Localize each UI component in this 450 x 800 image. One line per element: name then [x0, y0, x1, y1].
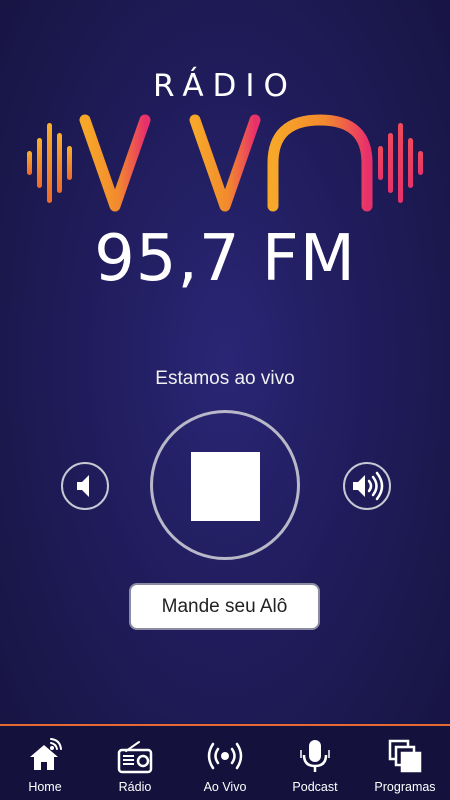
- live-status-text: Estamos ao vivo: [155, 368, 295, 389]
- logo-frequency-text: 95,7 FM: [94, 222, 356, 296]
- nav-label-ao-vivo: Ao Vivo: [203, 780, 247, 794]
- volume-down-icon: [77, 475, 89, 497]
- microphone-icon: [300, 740, 330, 772]
- stacked-squares-icon: [388, 739, 422, 773]
- volume-up-button[interactable]: [343, 462, 391, 510]
- bottom-nav: Home Rádio Ao Vivo Podcast Programas: [0, 724, 450, 800]
- nav-item-ao-vivo[interactable]: Ao Vivo: [180, 726, 270, 800]
- logo-radio-text: RÁDIO: [153, 68, 297, 104]
- stop-icon[interactable]: [191, 452, 260, 521]
- send-alo-button[interactable]: Mande seu Alô: [129, 583, 320, 630]
- nav-label-home: Home: [28, 780, 62, 794]
- volume-down-button[interactable]: [61, 462, 109, 510]
- radio-icon: [117, 741, 153, 774]
- nav-item-programas[interactable]: Programas: [360, 726, 450, 800]
- nav-label-programas: Programas: [374, 780, 436, 794]
- volume-up-icon: [353, 471, 384, 501]
- left-sound-bars-icon: [27, 123, 72, 203]
- nav-label-radio: Rádio: [118, 780, 152, 794]
- live-broadcast-icon: [207, 742, 243, 770]
- logo-viva-wordmark: [27, 114, 423, 212]
- nav-item-home[interactable]: Home: [0, 726, 90, 800]
- right-sound-bars-icon: [378, 123, 423, 203]
- nav-item-radio[interactable]: Rádio: [90, 726, 180, 800]
- home-broadcast-icon: [30, 738, 62, 770]
- station-logo: RÁDIO 95,7 FM: [0, 0, 450, 320]
- nav-label-podcast: Podcast: [292, 780, 338, 794]
- nav-item-podcast[interactable]: Podcast: [270, 726, 360, 800]
